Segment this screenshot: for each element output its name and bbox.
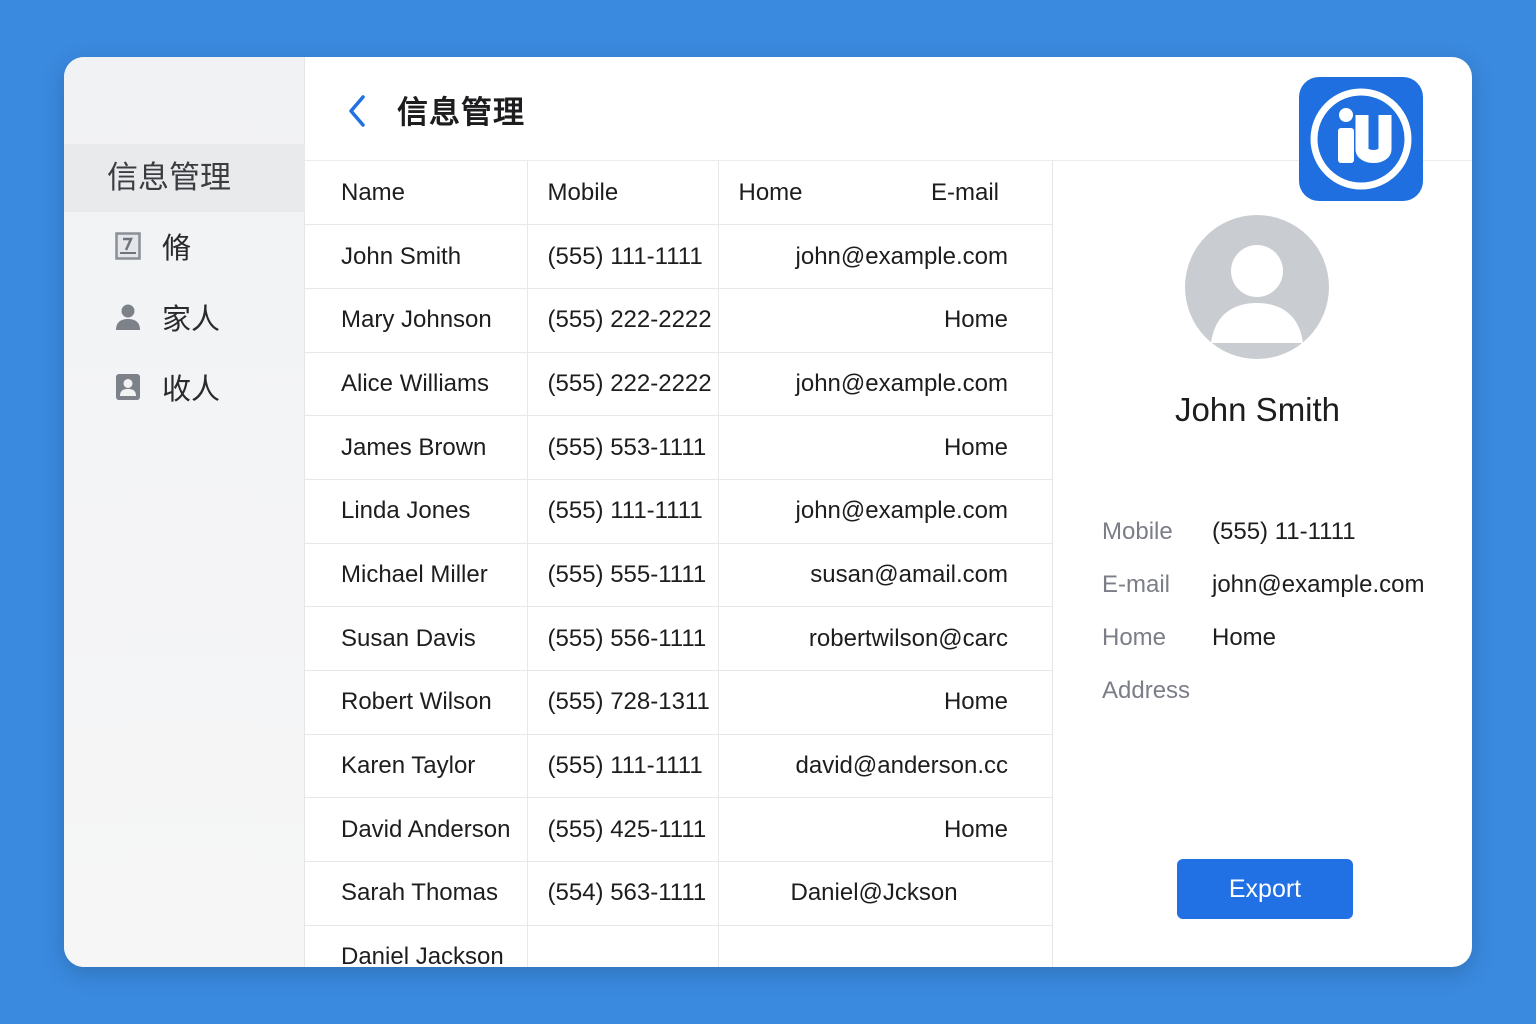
cell-email: Home [718,415,1052,480]
column-header-name[interactable]: Name [305,161,528,226]
contacts-table: Name Mobile Home E-mail John Smith (555)… [305,161,1053,967]
cell-mobile: (555) 222-2222 [527,288,719,353]
contact-name: John Smith [1174,391,1341,428]
contact-detail-panel: John Smith Mobile (555) 11-1111 E-mail j… [1053,161,1472,967]
cell-email: Home [718,797,1052,863]
chevron-left-icon [349,95,365,127]
cell-mobile: (555) 111-1111 [527,224,719,289]
column-header-email[interactable]: E-mail [931,179,999,207]
cell-name: Sarah Thomas [305,861,528,926]
cell-mobile: (555) 425-1111 [527,797,719,863]
table-row[interactable]: Susan Davis (555) 556-1111 robertwilson@… [305,606,1052,671]
cell-mobile: (555) 222-2222 [527,352,719,417]
cell-name: Robert Wilson [305,670,528,735]
contact-card-icon [114,373,142,401]
app-logo-icon [1299,77,1423,201]
sidebar-item-family[interactable]: 家人 [64,287,305,347]
table-row[interactable]: Linda Jones (555) 111-1111 john@example.… [305,479,1052,544]
table-row[interactable]: Mary Johnson (555) 222-2222 Home [305,288,1052,353]
cell-email: david@anderson.cc [718,734,1052,799]
cell-mobile [527,925,719,967]
column-header-home-email: Home E-mail [718,161,1052,226]
export-button[interactable]: Export [1177,859,1353,919]
cell-name: Mary Johnson [305,288,528,353]
table-row[interactable]: Sarah Thomas (554) 563-1111 Daniel@Jckso… [305,861,1052,926]
table-row[interactable]: David Anderson (555) 425-1111 Home [305,797,1052,863]
app-window: 信息管理 脩 家人 收人 信息管理 Name Mobile Home E-mai… [64,57,1472,967]
document-icon [114,232,142,260]
top-bar: 信息管理 [305,57,1472,161]
cell-name: James Brown [305,415,528,480]
address-label: Address [1102,677,1191,704]
cell-email: susan@amail.com [718,543,1052,608]
table-row[interactable]: Karen Taylor (555) 111-1111 david@anders… [305,734,1052,799]
cell-name: Karen Taylor [305,734,528,799]
table-row[interactable]: Alice Williams (555) 222-2222 john@examp… [305,352,1052,417]
table-row[interactable]: Robert Wilson (555) 728-1311 Home [305,670,1052,735]
sidebar-header[interactable]: 信息管理 [64,144,305,212]
email-value[interactable]: john@example.com [1212,571,1424,599]
cell-email: robertwilson@carc [718,606,1052,671]
avatar-placeholder-icon [1185,215,1329,359]
email-label: E-mail [1102,571,1171,598]
cell-name: Daniel Jackson [305,925,528,967]
table-row[interactable]: John Smith (555) 111-1111 john@example.c… [305,224,1052,289]
cell-email: Daniel@Jckson [718,861,1052,926]
person-icon [114,303,142,331]
cell-mobile: (555) 111-1111 [527,479,719,544]
home-label: Home [1102,624,1167,651]
cell-email [718,925,1052,967]
cell-name: Susan Davis [305,606,528,671]
cell-email: john@example.com [718,352,1052,417]
column-header-mobile[interactable]: Mobile [527,161,719,226]
cell-email: john@example.com [718,224,1052,289]
cell-name: Linda Jones [305,479,528,544]
cell-email: Home [718,288,1052,353]
cell-mobile: (555) 111-1111 [527,734,719,799]
cell-mobile: (555) 555-1111 [527,543,719,608]
cell-name: Alice Williams [305,352,528,417]
cell-mobile: (555) 556-1111 [527,606,719,671]
cell-mobile: (555) 728-1311 [527,670,719,735]
home-value[interactable]: Home [1212,624,1276,652]
back-button[interactable] [343,91,371,131]
column-header-home[interactable]: Home [739,179,803,206]
page-title: 信息管理 [397,95,525,130]
table-row[interactable]: James Brown (555) 553-1111 Home [305,415,1052,480]
sidebar-item-contacts[interactable]: 收人 [64,357,305,417]
sidebar: 信息管理 脩 家人 收人 [64,57,305,967]
table-row[interactable]: Daniel Jackson [305,925,1052,967]
mobile-value[interactable]: (555) 11-1111 [1212,518,1356,546]
cell-email: john@example.com [718,479,1052,544]
cell-email: Home [718,670,1052,735]
sidebar-item-document[interactable]: 脩 [64,216,305,276]
table-header-row: Name Mobile Home E-mail [305,161,1052,226]
cell-name: John Smith [305,224,528,289]
cell-mobile: (554) 563-1111 [527,861,719,926]
sidebar-item-label: 家人 [162,304,221,336]
table-row[interactable]: Michael Miller (555) 555-1111 susan@amai… [305,543,1052,608]
cell-name: David Anderson [305,797,528,863]
mobile-label: Mobile [1102,518,1173,545]
cell-mobile: (555) 553-1111 [527,415,719,480]
cell-name: Michael Miller [305,543,528,608]
sidebar-item-label: 脩 [162,233,192,265]
sidebar-item-label: 收人 [162,374,221,406]
